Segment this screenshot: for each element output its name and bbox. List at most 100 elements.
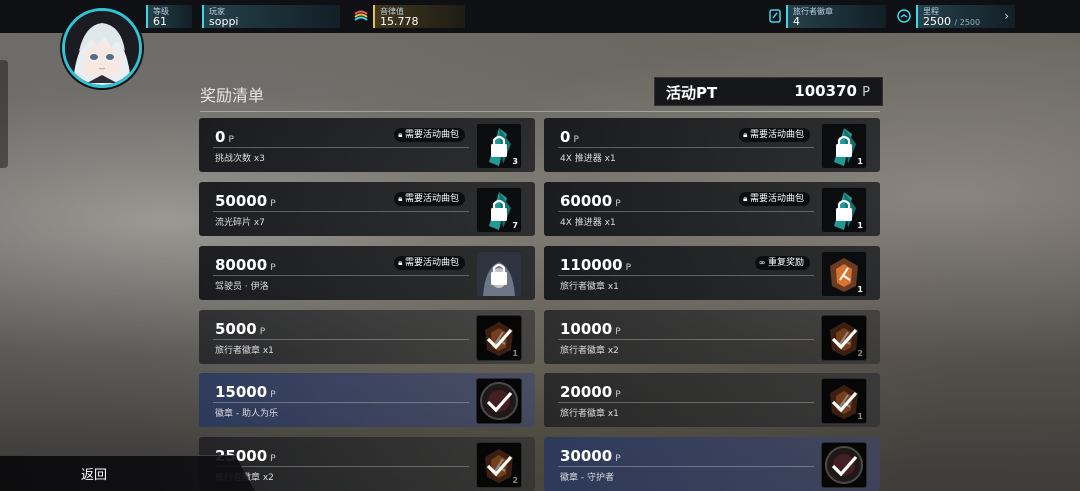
traveler-badge-icon bbox=[769, 9, 781, 23]
reward-divider bbox=[558, 275, 814, 276]
reward-points: 15000 P bbox=[215, 383, 276, 401]
booster-icon: 1 bbox=[821, 187, 867, 233]
avatar[interactable] bbox=[62, 8, 142, 88]
traveler-badge-icon: 2 bbox=[821, 315, 867, 361]
mileage-stat[interactable]: 里程 2500 / 2500 › bbox=[916, 5, 1015, 28]
reward-card[interactable]: 10000 P 旅行者徽章 x2 2 bbox=[544, 310, 880, 364]
player-stat: 玩家 soppi bbox=[202, 5, 340, 28]
rhythm-icon bbox=[354, 10, 368, 21]
reward-card[interactable]: 30000 P 徽章 - 守护者 bbox=[544, 437, 880, 491]
shard-icon: 7 bbox=[476, 187, 522, 233]
reward-quantity: 1 bbox=[857, 157, 863, 166]
reward-card[interactable]: 0 P 挑战次数 x3 🔒︎ 需要活动曲包 3 bbox=[199, 118, 535, 172]
reward-points: 60000 P bbox=[560, 192, 621, 210]
reward-card[interactable]: 110000 P 旅行者徽章 x1 ∞ 重复奖励 1 bbox=[544, 246, 880, 300]
requires-pack-badge: 🔒︎ 需要活动曲包 bbox=[739, 192, 810, 206]
back-divider bbox=[0, 455, 236, 456]
event-pt-label: 活动PT bbox=[666, 84, 718, 102]
requires-pack-badge: 🔒︎ 需要活动曲包 bbox=[394, 128, 465, 142]
reward-divider bbox=[558, 211, 814, 212]
reward-divider bbox=[558, 402, 814, 403]
lock-icon: 🔒︎ bbox=[398, 130, 405, 139]
infinity-icon: ∞ bbox=[758, 258, 768, 267]
requires-pack-badge: 🔒︎ 需要活动曲包 bbox=[394, 256, 465, 270]
reward-quantity: 1 bbox=[857, 285, 863, 294]
level-value: 61 bbox=[153, 15, 167, 28]
lock-icon: 🔒︎ bbox=[743, 130, 750, 139]
level-stat: 等级 61 bbox=[146, 5, 192, 28]
reward-divider bbox=[213, 466, 469, 467]
reward-divider bbox=[558, 466, 814, 467]
booster-icon: 1 bbox=[821, 123, 867, 169]
lock-icon: 🔒︎ bbox=[743, 194, 750, 203]
reward-points: 30000 P bbox=[560, 447, 621, 465]
reward-description: 旅行者徽章 x1 bbox=[215, 346, 274, 356]
reward-description: 旅行者徽章 x2 bbox=[560, 346, 619, 356]
reward-card[interactable]: 20000 P 旅行者徽章 x1 1 bbox=[544, 373, 880, 427]
reward-card[interactable]: 80000 P 驾驶员 · 伊洛 🔒︎ 需要活动曲包 bbox=[199, 246, 535, 300]
reward-card[interactable]: 15000 P 徽章 - 助人为乐 bbox=[199, 373, 535, 427]
reward-card[interactable]: 60000 P 4X 推进器 x1 🔒︎ 需要活动曲包 1 bbox=[544, 182, 880, 236]
back-button[interactable]: 返回 bbox=[0, 455, 255, 491]
traveler-badge-icon: 1 bbox=[476, 315, 522, 361]
mileage-max: / 2500 bbox=[954, 18, 981, 27]
traveler-badge-icon: 2 bbox=[476, 442, 522, 488]
requires-pack-badge: 🔒︎ 需要活动曲包 bbox=[739, 128, 810, 142]
reward-description: 驾驶员 · 伊洛 bbox=[215, 282, 269, 292]
reward-divider bbox=[558, 147, 814, 148]
reward-divider bbox=[213, 211, 469, 212]
reward-points: 5000 P bbox=[215, 320, 266, 338]
side-drawer-handle[interactable] bbox=[0, 60, 8, 168]
mileage-icon bbox=[897, 9, 911, 23]
reward-divider bbox=[213, 275, 469, 276]
reward-points: 0P bbox=[215, 128, 234, 146]
reward-quantity: 2 bbox=[512, 476, 518, 485]
traveler-badge-stat: 旅行者徽章 4 bbox=[786, 5, 886, 28]
page-title: 奖励清单 bbox=[200, 86, 265, 105]
reward-description: 旅行者徽章 x1 bbox=[560, 409, 619, 419]
player-name: soppi bbox=[209, 15, 239, 28]
reward-description: 挑战次数 x3 bbox=[215, 154, 265, 164]
reward-card[interactable]: 50000 P 流光碎片 x7 🔒︎ 需要活动曲包 7 bbox=[199, 182, 535, 236]
event-pt-box: 活动PT 100370 P bbox=[654, 77, 883, 106]
reward-points: 20000 P bbox=[560, 383, 621, 401]
mileage-value: 2500 / 2500 bbox=[923, 15, 981, 28]
reward-description: 4X 推进器 x1 bbox=[560, 154, 616, 164]
reward-quantity: 7 bbox=[512, 221, 518, 230]
reward-points: 80000 P bbox=[215, 256, 276, 274]
reward-points: 50000 P bbox=[215, 192, 276, 210]
reward-divider bbox=[558, 339, 814, 340]
reward-points: 10000 P bbox=[560, 320, 621, 338]
traveler-badge-icon: 1 bbox=[821, 251, 867, 297]
requires-pack-badge: 🔒︎ 需要活动曲包 bbox=[394, 192, 465, 206]
event-pt-value: 100370 P bbox=[794, 82, 870, 100]
back-label: 返回 bbox=[81, 468, 108, 483]
reward-quantity: 2 bbox=[857, 349, 863, 358]
rhythm-stat: 音律值 15.778 bbox=[373, 5, 465, 28]
reward-points: 110000 P bbox=[560, 256, 632, 274]
reward-quantity: 1 bbox=[857, 412, 863, 421]
reward-divider bbox=[213, 339, 469, 340]
medal-icon bbox=[821, 442, 867, 488]
reward-description: 徽章 - 助人为乐 bbox=[215, 409, 278, 419]
rhythm-value: 15.778 bbox=[380, 15, 419, 28]
reward-quantity: 3 bbox=[512, 157, 518, 166]
lock-icon: 🔒︎ bbox=[398, 194, 405, 203]
reward-description: 4X 推进器 x1 bbox=[560, 218, 616, 228]
reward-quantity: 1 bbox=[512, 349, 518, 358]
chevron-right-icon[interactable]: › bbox=[1004, 9, 1009, 23]
avatar-portrait bbox=[65, 11, 139, 85]
medal-icon bbox=[476, 378, 522, 424]
reward-description: 旅行者徽章 x1 bbox=[560, 282, 619, 292]
reward-points: 0P bbox=[560, 128, 579, 146]
reward-divider bbox=[213, 402, 469, 403]
pilot-portrait-icon bbox=[476, 251, 522, 297]
reward-quantity: 1 bbox=[857, 221, 863, 230]
title-divider bbox=[200, 111, 880, 112]
reward-card[interactable]: 5000 P 旅行者徽章 x1 1 bbox=[199, 310, 535, 364]
crystal-icon: 3 bbox=[476, 123, 522, 169]
reward-card[interactable]: 0 P 4X 推进器 x1 🔒︎ 需要活动曲包 1 bbox=[544, 118, 880, 172]
reward-divider bbox=[213, 147, 469, 148]
traveler-badge-value: 4 bbox=[793, 15, 800, 28]
top-status-bar: 等级 61 玩家 soppi 音律值 15.778 旅行者徽章 4 里程 250… bbox=[0, 0, 1080, 33]
